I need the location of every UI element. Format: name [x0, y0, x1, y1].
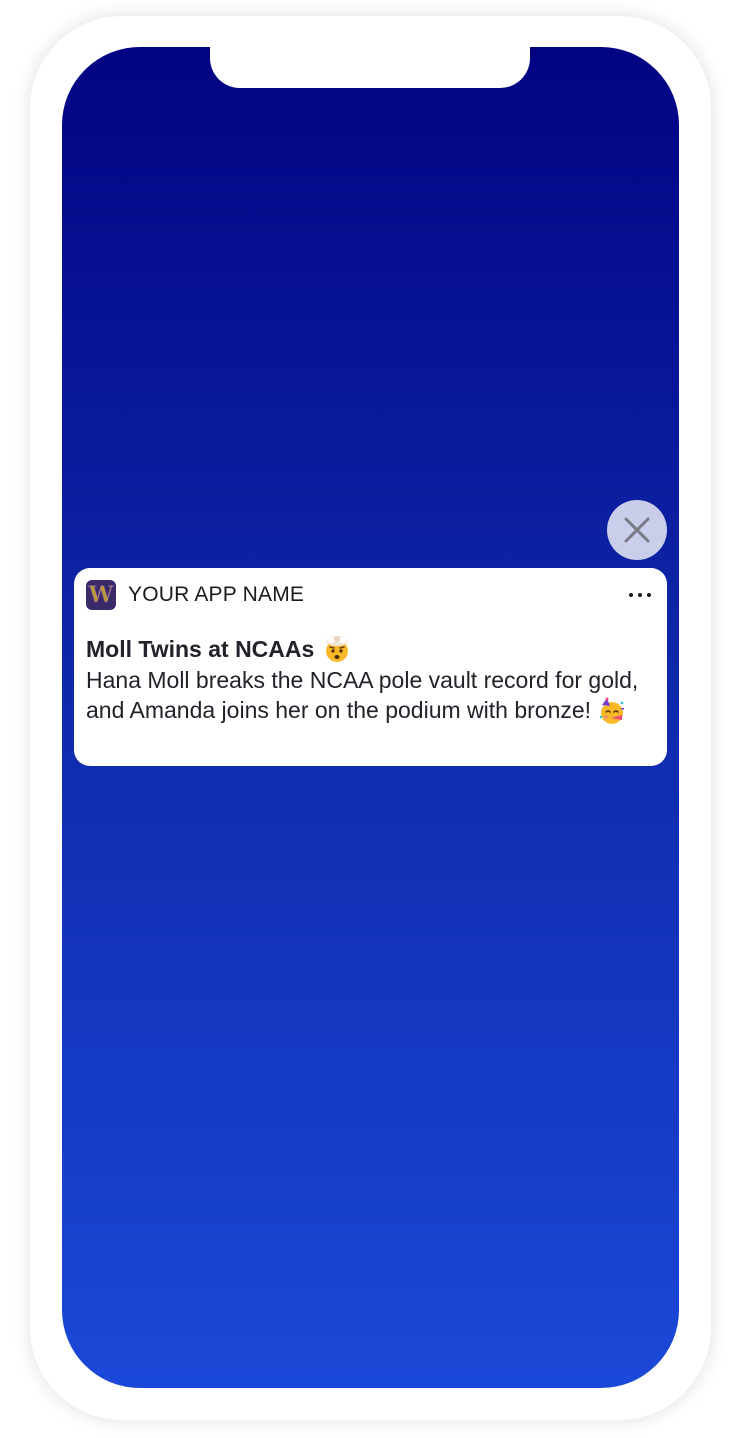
notification-header: W YOUR APP NAME	[86, 580, 655, 610]
notification-body-block: Hana Moll breaks the NCAA pole vault rec…	[86, 665, 651, 727]
phone-notch	[210, 47, 530, 88]
partying-face-emoji-icon	[600, 697, 625, 724]
notification-card[interactable]: W YOUR APP NAME Moll Twins at NCAAs Hana…	[74, 568, 667, 766]
exploding-head-emoji-icon	[326, 636, 349, 662]
ellipsis-icon	[629, 593, 633, 597]
more-options-button[interactable]	[625, 587, 655, 603]
notification-title-row: Moll Twins at NCAAs	[86, 634, 655, 664]
close-icon	[624, 517, 650, 543]
app-icon: W	[86, 580, 116, 610]
close-button[interactable]	[607, 500, 667, 560]
notification-title: Moll Twins at NCAAs	[86, 635, 315, 662]
notification-body: Hana Moll breaks the NCAA pole vault rec…	[86, 667, 639, 723]
app-icon-logo: W	[88, 582, 114, 608]
phone-screen: W YOUR APP NAME Moll Twins at NCAAs Hana…	[62, 47, 679, 1388]
app-name: YOUR APP NAME	[128, 583, 305, 606]
